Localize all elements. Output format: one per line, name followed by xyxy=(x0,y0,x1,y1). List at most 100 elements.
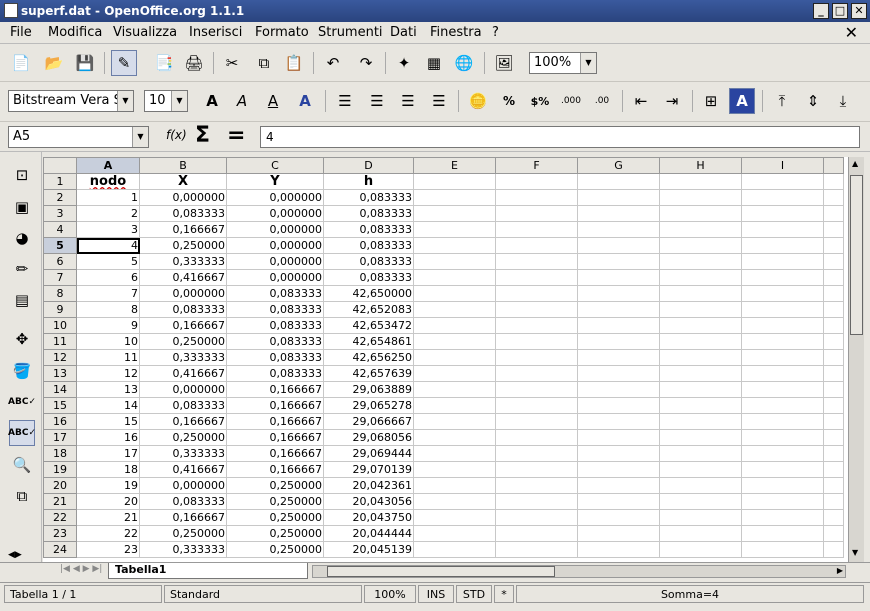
cell[interactable]: 42,650000 xyxy=(323,285,414,302)
cell[interactable] xyxy=(495,269,578,286)
copy-icon[interactable]: ⧉ xyxy=(251,50,277,76)
cell[interactable] xyxy=(741,333,824,350)
menu-tools[interactable]: Strumenti xyxy=(318,25,383,40)
cell[interactable] xyxy=(741,381,824,398)
cell[interactable] xyxy=(495,445,578,462)
column-header[interactable]: D xyxy=(323,157,414,174)
sum-icon[interactable]: Σ xyxy=(195,123,210,148)
cell[interactable]: 20,042361 xyxy=(323,477,414,494)
font-color-icon[interactable]: A xyxy=(292,88,318,114)
cell[interactable] xyxy=(823,413,844,430)
cell[interactable] xyxy=(823,253,844,270)
increase-indent-icon[interactable]: ⇥ xyxy=(659,88,685,114)
scroll-left-arrows-icon[interactable]: ◀▶ xyxy=(8,550,22,560)
cell[interactable] xyxy=(577,381,660,398)
cell[interactable] xyxy=(659,253,742,270)
cell[interactable]: 29,068056 xyxy=(323,429,414,446)
cell[interactable] xyxy=(495,493,578,510)
currency-icon[interactable]: 🪙 xyxy=(465,88,491,114)
data-pilot-icon[interactable]: ⧉ xyxy=(9,483,35,509)
menu-format[interactable]: Formato xyxy=(255,25,309,40)
column-header[interactable]: C xyxy=(226,157,324,174)
cell[interactable]: 0,416667 xyxy=(139,269,227,286)
cell[interactable]: 0,083333 xyxy=(323,189,414,206)
column-header[interactable] xyxy=(823,157,844,174)
cell[interactable]: 42,654861 xyxy=(323,333,414,350)
cell[interactable]: 6 xyxy=(76,269,140,286)
cell[interactable] xyxy=(413,429,496,446)
cell[interactable]: 20,044444 xyxy=(323,525,414,542)
edit-file-icon[interactable]: ✎ xyxy=(111,50,137,76)
cell[interactable] xyxy=(659,237,742,254)
cell[interactable]: 5 xyxy=(76,253,140,270)
insert-picture-icon[interactable]: 🖼 xyxy=(491,50,517,76)
cell[interactable]: 29,070139 xyxy=(323,461,414,478)
cell[interactable]: 0,250000 xyxy=(139,429,227,446)
cell[interactable] xyxy=(413,493,496,510)
cell[interactable]: 1 xyxy=(76,189,140,206)
cell[interactable]: 0,083333 xyxy=(226,285,324,302)
cell[interactable] xyxy=(413,301,496,318)
cell[interactable] xyxy=(577,397,660,414)
cell[interactable] xyxy=(659,189,742,206)
cell[interactable] xyxy=(741,189,824,206)
cell[interactable] xyxy=(823,237,844,254)
cell[interactable] xyxy=(659,221,742,238)
cell[interactable]: 20,043056 xyxy=(323,493,414,510)
cell[interactable] xyxy=(413,477,496,494)
cell[interactable]: 0,083333 xyxy=(139,493,227,510)
cell[interactable] xyxy=(495,365,578,382)
cell[interactable] xyxy=(413,381,496,398)
cell[interactable] xyxy=(659,333,742,350)
insert-cell-icon[interactable]: ▣ xyxy=(9,194,35,220)
cell[interactable]: 3 xyxy=(76,221,140,238)
column-header[interactable]: F xyxy=(495,157,578,174)
borders-icon[interactable]: ⊞ xyxy=(698,88,724,114)
scroll-up-icon[interactable]: ▲ xyxy=(852,159,858,168)
cell[interactable] xyxy=(413,349,496,366)
cell[interactable] xyxy=(741,237,824,254)
cell[interactable]: Y xyxy=(226,173,324,190)
cell[interactable]: 0,083333 xyxy=(226,317,324,334)
cell[interactable]: 0,000000 xyxy=(226,205,324,222)
minimize-button[interactable]: _ xyxy=(813,3,829,19)
cell[interactable] xyxy=(495,285,578,302)
data-sources-icon[interactable]: 🌐 xyxy=(451,50,477,76)
cell[interactable]: 8 xyxy=(76,301,140,318)
menu-help[interactable]: ? xyxy=(492,25,499,40)
gallery-icon[interactable]: ▦ xyxy=(421,50,447,76)
cell[interactable] xyxy=(577,365,660,382)
cell[interactable] xyxy=(659,381,742,398)
bold-icon[interactable]: A xyxy=(199,88,225,114)
cell[interactable] xyxy=(741,429,824,446)
menu-insert[interactable]: Inserisci xyxy=(189,25,242,40)
cell[interactable] xyxy=(413,285,496,302)
cell[interactable] xyxy=(495,301,578,318)
cell[interactable] xyxy=(659,301,742,318)
cell[interactable] xyxy=(413,317,496,334)
cell[interactable]: 16 xyxy=(76,429,140,446)
row-header[interactable]: 16 xyxy=(43,413,77,430)
row-header[interactable]: 13 xyxy=(43,365,77,382)
cell[interactable] xyxy=(741,365,824,382)
cell[interactable] xyxy=(741,509,824,526)
cell[interactable]: 42,656250 xyxy=(323,349,414,366)
cell[interactable]: 0,083333 xyxy=(226,349,324,366)
cell[interactable]: 9 xyxy=(76,317,140,334)
cell[interactable] xyxy=(741,445,824,462)
open-folder-icon[interactable]: 📂 xyxy=(41,50,67,76)
cell[interactable]: 29,066667 xyxy=(323,413,414,430)
cell[interactable] xyxy=(659,413,742,430)
scroll-thumb[interactable] xyxy=(327,566,555,577)
remove-decimal-icon[interactable]: .00 xyxy=(589,88,615,114)
draw-icon[interactable]: ✏ xyxy=(9,256,35,282)
cell[interactable] xyxy=(823,397,844,414)
cell[interactable]: 23 xyxy=(76,541,140,558)
cell[interactable] xyxy=(413,509,496,526)
cell[interactable] xyxy=(823,445,844,462)
cell[interactable] xyxy=(495,397,578,414)
cell[interactable]: 42,653472 xyxy=(323,317,414,334)
cell[interactable] xyxy=(823,429,844,446)
align-center-icon[interactable]: ☰ xyxy=(364,88,390,114)
align-bottom-icon[interactable]: ⤓ xyxy=(830,88,856,114)
